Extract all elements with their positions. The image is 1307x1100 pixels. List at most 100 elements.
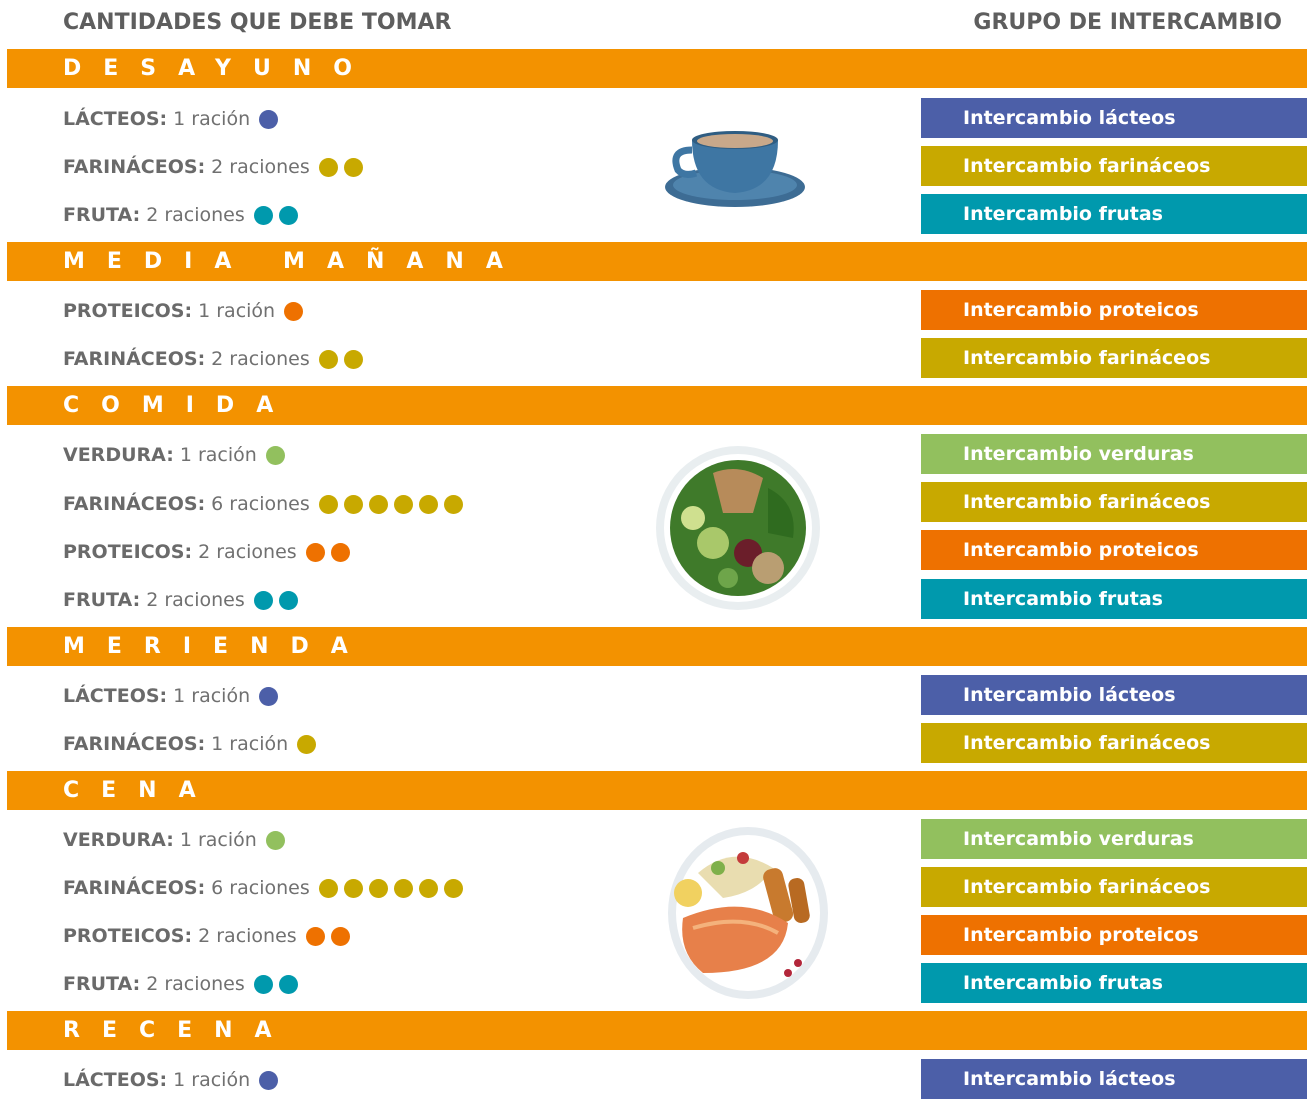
portion-dots — [253, 590, 298, 610]
portion-dots — [259, 1070, 279, 1090]
exchange-button-frutas[interactable]: Intercambio frutas — [921, 579, 1307, 619]
portion-dot — [284, 301, 304, 321]
portion-dot — [259, 686, 279, 706]
food-category: PROTEICOS: — [63, 300, 193, 322]
portion-dot — [393, 494, 413, 514]
portion-dot — [318, 878, 338, 898]
food-amount: 2 raciones — [198, 541, 297, 563]
exchange-button-verduras[interactable]: Intercambio verduras — [921, 434, 1307, 474]
portion-dot — [393, 878, 413, 898]
exchange-button-frutas[interactable]: Intercambio frutas — [921, 194, 1307, 234]
food-category: LÁCTEOS: — [63, 1069, 168, 1091]
portion-dot — [443, 494, 463, 514]
exchange-button-proteicos[interactable]: Intercambio proteicos — [921, 290, 1307, 330]
exchange-button-farinaceos[interactable]: Intercambio farináceos — [921, 338, 1307, 378]
exchange-button-verduras[interactable]: Intercambio verduras — [921, 819, 1307, 859]
food-amount: 1 ración — [179, 444, 257, 466]
food-amount: 2 raciones — [211, 348, 310, 370]
food-row-proteicos: PROTEICOS: 2 raciones — [63, 916, 350, 956]
food-category: LÁCTEOS: — [63, 685, 168, 707]
portion-dot — [343, 157, 363, 177]
meal-header-media-manana: MEDIA MAÑANA — [7, 242, 1307, 281]
meal-header-merienda: MERIENDA — [7, 627, 1307, 666]
food-category: PROTEICOS: — [63, 925, 193, 947]
portion-dot — [330, 926, 350, 946]
portion-dots — [284, 301, 304, 321]
portion-dots — [253, 205, 298, 225]
food-amount: 1 ración — [173, 108, 251, 130]
food-amount: 2 raciones — [146, 589, 245, 611]
portion-dots — [305, 542, 350, 562]
portion-dots — [318, 878, 463, 898]
exchange-button-farinaceos[interactable]: Intercambio farináceos — [921, 867, 1307, 907]
quantities-column-header: CANTIDADES QUE DEBE TOMAR — [63, 10, 452, 35]
portion-dot — [265, 445, 285, 465]
portion-dot — [253, 205, 273, 225]
food-category: FRUTA: — [63, 589, 141, 611]
portion-dot — [330, 542, 350, 562]
portion-dot — [318, 494, 338, 514]
exchange-button-lacteos[interactable]: Intercambio lácteos — [921, 1059, 1307, 1099]
food-amount: 2 raciones — [146, 973, 245, 995]
food-row-farinaceos: FARINÁCEOS: 6 raciones — [63, 484, 463, 524]
portion-dot — [368, 494, 388, 514]
exchange-button-lacteos[interactable]: Intercambio lácteos — [921, 98, 1307, 138]
meal-header-comida: COMIDA — [7, 386, 1307, 425]
food-row-lacteos: LÁCTEOS: 1 ración — [63, 1060, 279, 1100]
portion-dot — [305, 926, 325, 946]
portion-dots — [318, 157, 363, 177]
food-row-verdura: VERDURA: 1 ración — [63, 435, 285, 475]
portion-dot — [259, 1070, 279, 1090]
exchange-button-farinaceos[interactable]: Intercambio farináceos — [921, 146, 1307, 186]
portion-dots — [318, 349, 363, 369]
exchange-button-frutas[interactable]: Intercambio frutas — [921, 963, 1307, 1003]
coffee-cup-image — [665, 131, 805, 207]
portion-dot — [343, 349, 363, 369]
food-category: LÁCTEOS: — [63, 108, 168, 130]
food-row-fruta: FRUTA: 2 raciones — [63, 195, 298, 235]
exchange-button-farinaceos[interactable]: Intercambio farináceos — [921, 723, 1307, 763]
exchange-button-lacteos[interactable]: Intercambio lácteos — [921, 675, 1307, 715]
food-category: FRUTA: — [63, 973, 141, 995]
food-category: VERDURA: — [63, 829, 174, 851]
portion-dot — [253, 590, 273, 610]
exchange-button-proteicos[interactable]: Intercambio proteicos — [921, 915, 1307, 955]
food-row-lacteos: LÁCTEOS: 1 ración — [63, 99, 279, 139]
portion-dots — [259, 686, 279, 706]
food-row-farinaceos: FARINÁCEOS: 2 raciones — [63, 339, 363, 379]
food-row-farinaceos: FARINÁCEOS: 1 ración — [63, 724, 317, 764]
food-amount: 1 ración — [179, 829, 257, 851]
food-amount: 6 raciones — [211, 493, 310, 515]
portion-dot — [443, 878, 463, 898]
portion-dots — [265, 445, 285, 465]
portion-dot — [418, 494, 438, 514]
food-amount: 1 ración — [173, 685, 251, 707]
portion-dot — [259, 109, 279, 129]
food-category: FARINÁCEOS: — [63, 733, 206, 755]
food-amount: 1 ración — [173, 1069, 251, 1091]
food-row-proteicos: PROTEICOS: 1 ración — [63, 291, 304, 331]
portion-dot — [343, 494, 363, 514]
portion-dot — [318, 157, 338, 177]
portion-dot — [278, 974, 298, 994]
food-category: PROTEICOS: — [63, 541, 193, 563]
food-amount: 2 raciones — [198, 925, 297, 947]
portion-dots — [253, 974, 298, 994]
exchange-button-farinaceos[interactable]: Intercambio farináceos — [921, 482, 1307, 522]
portion-dots — [318, 494, 463, 514]
portion-dots — [297, 734, 317, 754]
portion-dot — [343, 878, 363, 898]
portion-dot — [305, 542, 325, 562]
food-category: FARINÁCEOS: — [63, 156, 206, 178]
exchange-button-proteicos[interactable]: Intercambio proteicos — [921, 530, 1307, 570]
portion-dot — [278, 590, 298, 610]
portion-dots — [265, 830, 285, 850]
food-amount: 1 ración — [211, 733, 289, 755]
exchange-group-column-header: GRUPO DE INTERCAMBIO — [973, 10, 1282, 35]
food-row-lacteos: LÁCTEOS: 1 ración — [63, 676, 279, 716]
portion-dot — [418, 878, 438, 898]
food-row-farinaceos: FARINÁCEOS: 6 raciones — [63, 868, 463, 908]
portion-dot — [297, 734, 317, 754]
food-row-proteicos: PROTEICOS: 2 raciones — [63, 532, 350, 572]
food-amount: 2 raciones — [211, 156, 310, 178]
